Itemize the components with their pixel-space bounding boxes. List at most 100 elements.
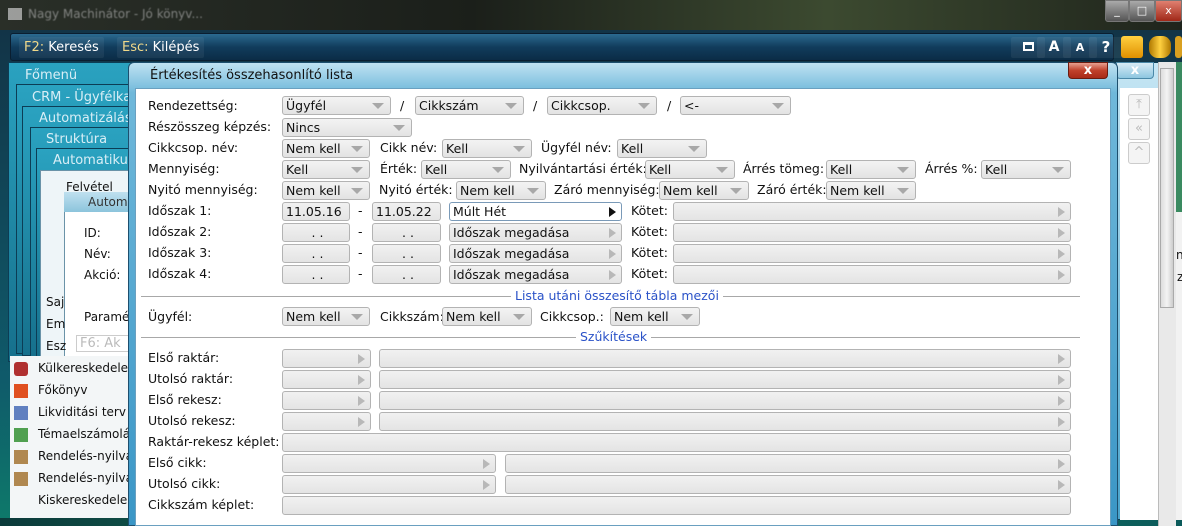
scrollbar[interactable] <box>1158 62 1176 526</box>
period-from-input[interactable]: . . <box>282 244 350 263</box>
bg-menu-auto[interactable]: Automatizálás <box>39 111 132 126</box>
filter-item-name-field[interactable] <box>505 475 1071 494</box>
cikk-nev-label: Cikk név: <box>380 140 438 155</box>
sort-4-select[interactable]: <- <box>680 96 791 115</box>
bg-menu-struktura[interactable]: Struktúra <box>46 132 107 147</box>
bg-side-2: Em <box>46 317 66 331</box>
filter-name-field[interactable] <box>379 412 1071 431</box>
period-preset-select[interactable]: Időszak megadása <box>449 223 622 242</box>
first-page-icon[interactable]: ⤒ <box>1128 94 1150 116</box>
summary-cikkszam-select[interactable]: Nem kell <box>442 307 532 326</box>
list-item[interactable]: Kiskereskedelem <box>38 493 139 507</box>
bg-menu-main[interactable]: Főmenü <box>25 68 77 83</box>
kotet-label: Kötet: <box>631 266 668 281</box>
zaro-ertek-select[interactable]: Nem kell <box>826 181 916 200</box>
maximize-button[interactable]: □ <box>1129 0 1155 22</box>
close-button[interactable]: x <box>1068 62 1108 79</box>
mennyiseg-select[interactable]: Kell <box>282 160 370 179</box>
cikkcsop-nev-select[interactable]: Nem kell <box>282 139 370 158</box>
box-icon <box>14 450 28 464</box>
ugyfel-nev-label: Ügyfél név: <box>541 140 612 155</box>
period-from-input[interactable]: 11.05.16 <box>282 202 350 221</box>
period-from-input[interactable]: . . <box>282 265 350 284</box>
filter-label: Utolsó raktár: <box>148 371 234 386</box>
bg-f6-button[interactable]: F6: Ak <box>76 335 133 352</box>
dash: - <box>358 245 363 260</box>
filter-from-select[interactable] <box>282 370 371 389</box>
box-icon <box>14 472 28 486</box>
period-to-input[interactable]: 11.05.22 <box>372 202 441 221</box>
list-item[interactable]: Külkereskedelem <box>38 361 140 375</box>
nyito-mennyiseg-select[interactable]: Nem kell <box>282 181 370 200</box>
coins-icon[interactable] <box>1149 36 1171 58</box>
dialog-title: Értékesítés összehasonlító lista <box>150 68 354 83</box>
filter-from-select[interactable] <box>282 349 371 368</box>
page-up-icon[interactable]: ^ <box>1128 142 1150 164</box>
nyito-ertek-label: Nyitó érték: <box>379 182 453 197</box>
sort-3-select[interactable]: Cikkcsop. <box>547 96 657 115</box>
period-to-input[interactable]: . . <box>372 244 441 263</box>
filter-from-select[interactable] <box>282 412 371 431</box>
period-preset-select[interactable]: Időszak megadása <box>449 265 622 284</box>
filter-name-field[interactable] <box>379 391 1071 410</box>
ugyfel-nev-select[interactable]: Kell <box>617 139 707 158</box>
list-item[interactable]: Rendelés-nyilvá <box>38 471 133 485</box>
filter-from-select[interactable] <box>282 391 371 410</box>
help-icon[interactable]: ? <box>1089 37 1123 58</box>
nyilv-ertek-label: Nyilvántartási érték: <box>519 161 647 176</box>
period-label: Időszak 3: <box>148 245 212 260</box>
trade-icon <box>14 362 28 376</box>
bg-right-text: na <box>1176 248 1182 262</box>
exit-button[interactable]: Esc: Kilépés <box>117 37 205 58</box>
filter-item-name-field[interactable] <box>505 454 1071 473</box>
period-preset-select[interactable]: Időszak megadása <box>449 244 622 263</box>
zaro-mennyiseg-label: Záró mennyiség: <box>554 182 660 197</box>
arres-tomeg-select[interactable]: Kell <box>826 160 916 179</box>
filter-formula-input[interactable] <box>282 496 1071 515</box>
zaro-ertek-label: Záró érték: <box>757 182 827 197</box>
list-item[interactable]: Likviditási terv <box>38 405 126 419</box>
ertek-select[interactable]: Kell <box>421 160 511 179</box>
app-icon <box>8 8 22 20</box>
list-item[interactable]: Rendelés-nyilvá <box>38 449 133 463</box>
kotet-select[interactable] <box>673 202 1071 221</box>
filter-formula-input[interactable] <box>282 433 1071 452</box>
cikk-nev-select[interactable]: Kell <box>442 139 532 158</box>
filter-item-select[interactable] <box>282 454 496 473</box>
filter-item-select[interactable] <box>282 475 496 494</box>
nyilv-ertek-select[interactable]: Kell <box>645 160 735 179</box>
os-close-button[interactable]: x <box>1155 0 1182 22</box>
bg-close-button[interactable]: x <box>1116 62 1154 79</box>
bg-param-label: Paramé <box>84 310 130 324</box>
period-preset-select[interactable]: Múlt Hét <box>449 202 622 221</box>
book-icon <box>14 384 28 398</box>
nyito-ertek-select[interactable]: Nem kell <box>456 181 546 200</box>
summary-cikkcsop-select[interactable]: Nem kell <box>610 307 700 326</box>
period-to-input[interactable]: . . <box>372 223 441 242</box>
kotet-label: Kötet: <box>631 203 668 218</box>
bg-menu-automatikus[interactable]: Automatikus <box>53 153 135 168</box>
kotet-select[interactable] <box>673 265 1071 284</box>
kotet-select[interactable] <box>673 244 1071 263</box>
summary-ugyfel-select[interactable]: Nem kell <box>282 307 370 326</box>
period-from-input[interactable]: . . <box>282 223 350 242</box>
coins-icon-2[interactable] <box>1175 36 1182 58</box>
filter-name-field[interactable] <box>379 349 1071 368</box>
period-to-input[interactable]: . . <box>372 265 441 284</box>
filter-name-field[interactable] <box>379 370 1071 389</box>
search-button[interactable]: F2: Keresés <box>19 37 104 58</box>
zaro-mennyiseg-select[interactable]: Nem kell <box>659 181 749 200</box>
list-item[interactable]: Témaelszámolás <box>38 427 136 441</box>
arres-szazalek-select[interactable]: Kell <box>981 160 1071 179</box>
minimize-button[interactable]: _ <box>1105 0 1129 22</box>
monitor-icon[interactable] <box>1121 36 1143 58</box>
kotet-select[interactable] <box>673 223 1071 242</box>
bg-menu-crm[interactable]: CRM - Ügyfélkap <box>32 90 139 105</box>
list-item[interactable]: Főkönyv <box>38 383 88 397</box>
period-label: Időszak 1: <box>148 203 212 218</box>
subtotal-select[interactable]: Nincs <box>282 118 412 137</box>
landscape-icon <box>14 428 28 442</box>
page-up-double-icon[interactable]: « <box>1128 118 1150 140</box>
sort-2-select[interactable]: Cikkszám <box>415 96 524 115</box>
sort-1-select[interactable]: Ügyfél <box>282 96 391 115</box>
